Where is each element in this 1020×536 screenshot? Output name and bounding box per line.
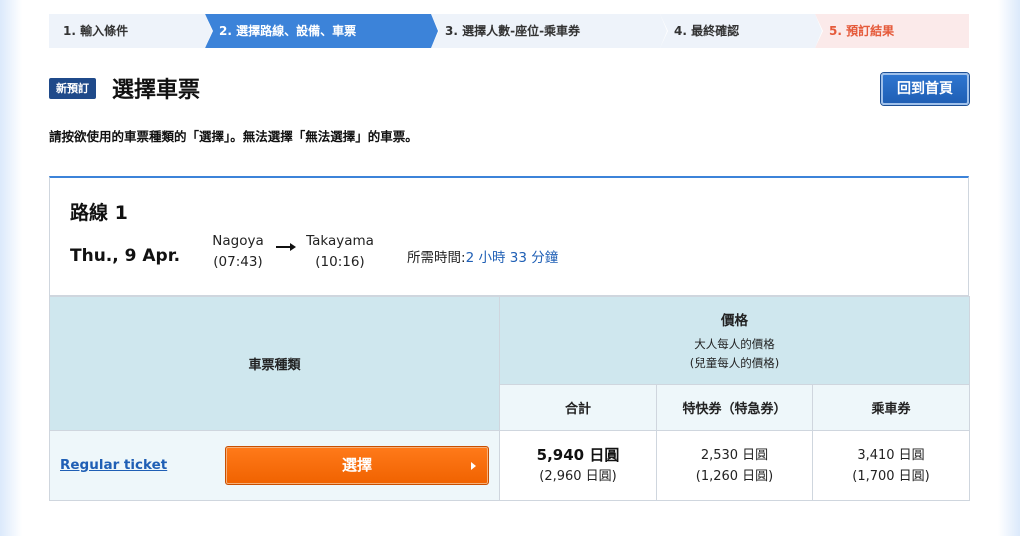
express-price-cell: 2,530 日圓 (1,260 日圓) (656, 430, 813, 501)
caret-right-icon (471, 462, 476, 470)
ticket-type-header: 車票種類 (49, 296, 500, 431)
step-label: 1. 輸入條件 (63, 24, 129, 38)
departure-station: Nagoya (07:43) (198, 231, 278, 273)
travel-duration: 所需時間:2 小時 33 分鐘 (407, 246, 558, 266)
fare-adult-price: 3,410 日圓 (857, 447, 925, 463)
step-label: 4. 最終確認 (674, 24, 740, 38)
price-header-adult-note: 大人每人的價格 (694, 336, 775, 351)
price-header-title: 價格 (721, 312, 748, 329)
route-summary: 路線 1 Thu., 9 Apr. Nagoya (07:43) Takayam… (49, 176, 969, 296)
duration-value: 2 小時 33 分鐘 (465, 250, 559, 266)
price-header-child-note: (兒童每人的價格) (689, 355, 780, 370)
step-label: 2. 選擇路線、設備、車票 (219, 24, 357, 38)
select-button[interactable]: 選擇 (225, 446, 489, 485)
express-adult-price: 2,530 日圓 (700, 447, 769, 463)
departure-station-name: Nagoya (212, 233, 264, 249)
departure-time: (07:43) (213, 254, 263, 270)
express-column-header: 特快券（特急券） (656, 384, 813, 431)
arrow-right-icon (276, 243, 296, 251)
arrival-station: Takayama (10:16) (298, 231, 382, 273)
progress-steps: 1. 輸入條件 2. 選擇路線、設備、車票 3. 選擇人數-座位-乘車券 4. … (49, 14, 969, 48)
fare-price-cell: 3,410 日圓 (1,700 日圓) (811, 430, 971, 501)
step-2-active: 2. 選擇路線、設備、車票 (205, 14, 439, 48)
price-header: 價格 大人每人的價格 (兒童每人的價格) (498, 296, 971, 385)
step-5: 5. 預訂結果 (815, 14, 969, 48)
step-3: 3. 選擇人數-座位-乘車券 (431, 14, 668, 48)
duration-label: 所需時間: (407, 250, 466, 266)
arrival-time: (10:16) (315, 254, 365, 270)
instruction-text: 請按欲使用的車票種類的「選擇」。無法選擇「無法選擇」的車票。 (49, 129, 418, 144)
page-title: 選擇車票 (112, 78, 201, 103)
ticket-type-cell: Regular ticket 選擇 (49, 430, 500, 501)
arrival-station-name: Takayama (306, 233, 374, 249)
step-4: 4. 最終確認 (660, 14, 823, 48)
page: 1. 輸入條件 2. 選擇路線、設備、車票 3. 選擇人數-座位-乘車券 4. … (22, 0, 998, 536)
new-reservation-badge: 新預訂 (49, 78, 96, 99)
back-to-home-button[interactable]: 回到首頁 (881, 73, 969, 105)
total-column-header: 合計 (499, 384, 657, 431)
express-child-price: (1,260 日圓) (695, 468, 774, 484)
fare-column-header: 乘車券 (811, 384, 971, 431)
step-1: 1. 輸入條件 (49, 14, 213, 48)
travel-date: Thu., 9 Apr. (70, 246, 181, 266)
total-price-cell: 5,940 日圓 (2,960 日圓) (499, 430, 657, 501)
regular-ticket-link[interactable]: Regular ticket (60, 457, 167, 473)
step-label: 3. 選擇人數-座位-乘車券 (445, 24, 581, 38)
table-row: Regular ticket 選擇 5,940 日圓 (2,960 日圓) 2,… (49, 430, 971, 501)
route-title: 路線 1 (70, 202, 128, 224)
total-adult-price: 5,940 日圓 (536, 445, 620, 464)
ticket-table: 車票種類 價格 大人每人的價格 (兒童每人的價格) 合計 特快券（特急券） 乘車… (49, 296, 971, 501)
total-child-price: (2,960 日圓) (539, 468, 617, 484)
step-label: 5. 預訂結果 (829, 24, 895, 38)
fare-child-price: (1,700 日圓) (852, 468, 930, 484)
select-button-label: 選擇 (341, 456, 372, 474)
